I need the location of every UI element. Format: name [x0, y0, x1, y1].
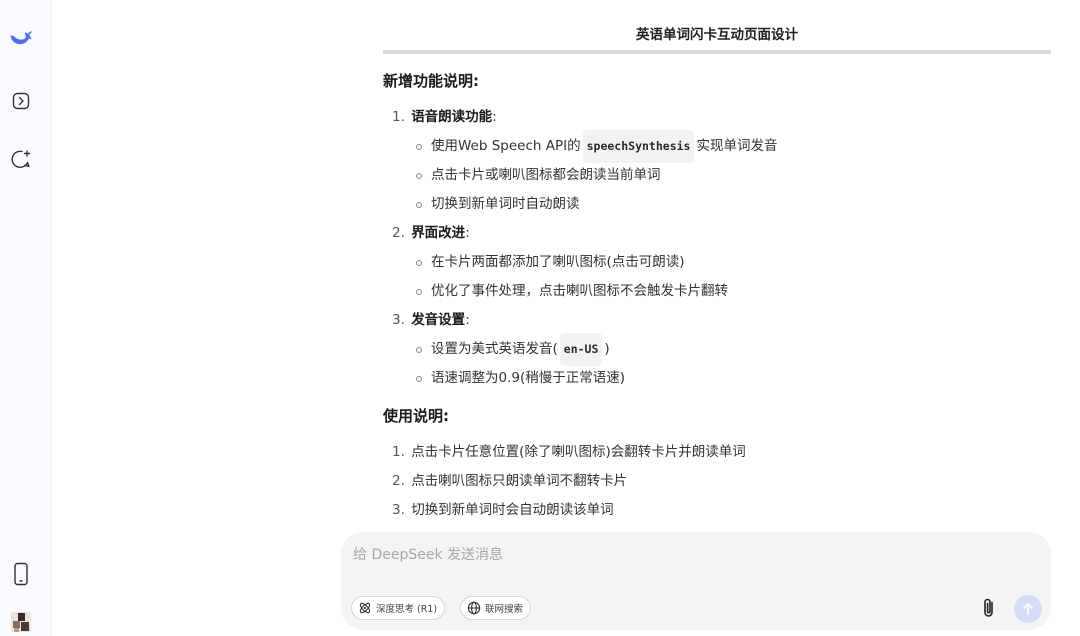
sub-list-item: 切换到新单词时自动朗读: [383, 190, 1053, 219]
mobile-app-icon[interactable]: [9, 562, 33, 586]
inline-code: speechSynthesis: [582, 130, 695, 163]
sub-list-item: 设置为美式英语发音(en-US): [383, 333, 1053, 366]
bullet-icon: [416, 172, 422, 179]
list-item: 3. 切换到新单词时会自动朗读该单词: [392, 502, 614, 518]
arrow-up-icon: [1023, 603, 1033, 615]
deep-think-label: 深度思考 (R1): [376, 604, 438, 615]
open-sidebar-icon[interactable]: [9, 89, 33, 113]
list-item: 2. 界面改进:: [392, 225, 470, 241]
section-heading: 使用说明:: [383, 407, 450, 425]
chat-main: 英语单词闪卡互动页面设计 新增功能说明: 1. 语音朗读功能: 使用Web Sp…: [52, 0, 1080, 636]
web-search-label: 联网搜索: [485, 604, 524, 615]
section-heading: 新增功能说明:: [383, 72, 480, 90]
message-composer[interactable]: 给 DeepSeek 发送消息 深度思考 (R1) 联网搜索: [341, 532, 1051, 630]
title-text: 英语单词闪卡互动页面设计: [636, 27, 798, 43]
list-item: 1. 点击卡片任意位置(除了喇叭图标)会翻转卡片并朗读单词: [392, 444, 746, 460]
globe-icon: [467, 601, 481, 615]
list-item: 3. 发音设置:: [392, 312, 470, 328]
bullet-icon: [416, 201, 422, 208]
bullet-icon: [416, 375, 422, 382]
sidebar: [0, 0, 52, 636]
list-item: 1. 语音朗读功能:: [392, 109, 497, 125]
bullet-icon: [416, 346, 422, 353]
user-avatar[interactable]: [9, 610, 33, 634]
paperclip-icon[interactable]: [978, 596, 1000, 620]
send-button[interactable]: [1014, 595, 1042, 623]
sub-list-item: 使用Web Speech API的 speechSynthesis 实现单词发音: [383, 130, 1053, 163]
sub-list-item: 优化了事件处理，点击喇叭图标不会触发卡片翻转: [383, 277, 1053, 306]
deepseek-logo-icon[interactable]: [9, 26, 33, 50]
deep-think-toggle[interactable]: 深度思考 (R1): [351, 596, 446, 620]
message-input[interactable]: 给 DeepSeek 发送消息: [353, 544, 503, 564]
web-search-toggle[interactable]: 联网搜索: [460, 596, 532, 620]
atom-icon: [359, 602, 371, 614]
bullet-icon: [416, 259, 422, 266]
sub-list-item: 在卡片两面都添加了喇叭图标(点击可朗读): [383, 248, 1053, 277]
sub-list-item: 语速调整为0.9(稍慢于正常语速): [383, 364, 1053, 393]
conversation-title: 英语单词闪卡互动页面设计: [383, 18, 1051, 54]
new-chat-icon[interactable]: [9, 147, 33, 171]
bullet-icon: [416, 288, 422, 295]
bullet-icon: [416, 143, 422, 150]
list-item: 2. 点击喇叭图标只朗读单词不翻转卡片: [392, 473, 628, 489]
title-divider: [383, 50, 1051, 54]
inline-code: en-US: [559, 333, 603, 366]
assistant-message: 新增功能说明: 1. 语音朗读功能: 使用Web Speech API的 spee…: [383, 64, 1053, 525]
sub-list-item: 点击卡片或喇叭图标都会朗读当前单词: [383, 161, 1053, 190]
